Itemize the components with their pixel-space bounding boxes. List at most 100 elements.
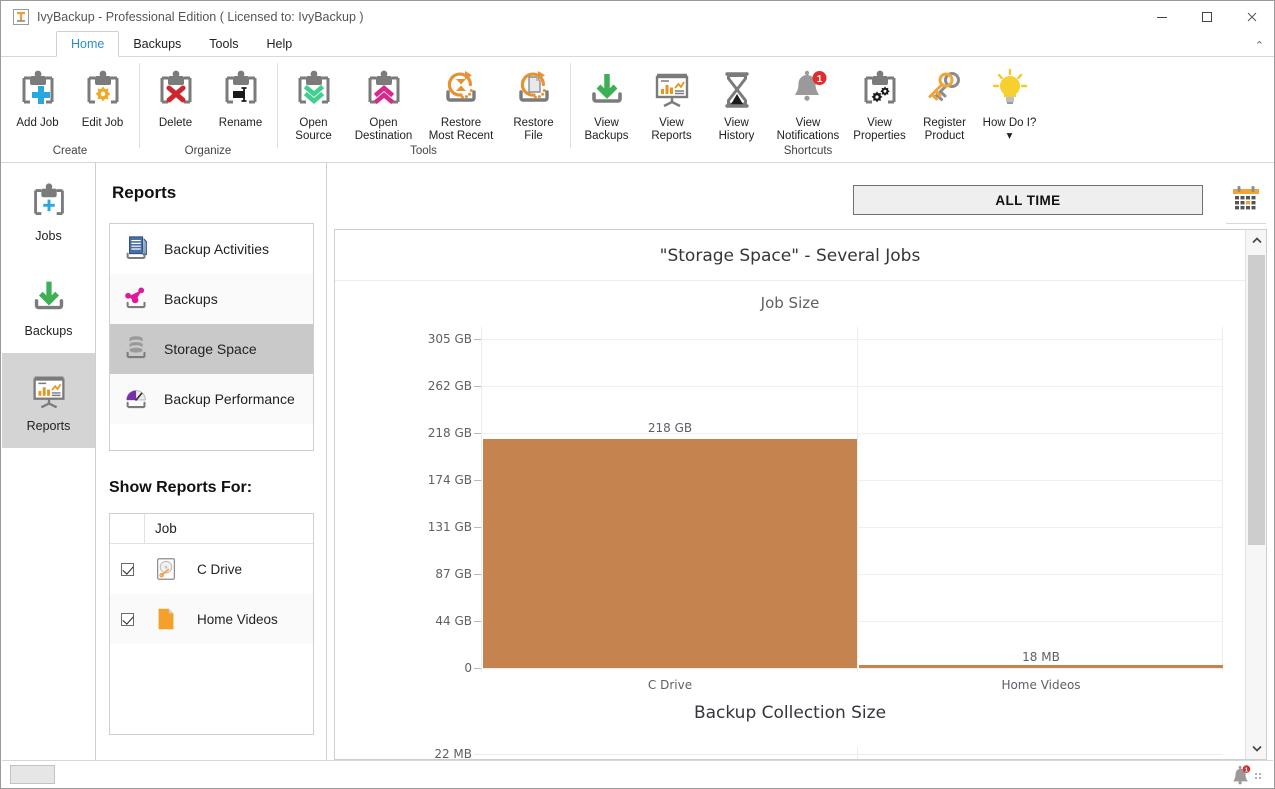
view-reports-button[interactable]: ViewReports (639, 57, 704, 144)
register-product-button[interactable]: RegisterProduct (912, 57, 977, 144)
clipboard-up-chevrons-icon (360, 64, 408, 116)
report-item-backup-activities-label: Backup Activities (164, 241, 269, 257)
bar-c-drive[interactable] (483, 439, 857, 668)
view-properties-label-line2: Properties (853, 130, 905, 142)
tab-home[interactable]: Home (56, 31, 119, 57)
report-item-backup-performance[interactable]: Backup Performance (110, 374, 313, 424)
plot-category-divider (857, 327, 858, 672)
ribbon-group-create: Add Job Edit Job (1, 57, 139, 162)
report-item-storage-space-label: Storage Space (164, 341, 257, 357)
job-checkbox-home-videos[interactable] (121, 613, 134, 626)
edit-job-button[interactable]: Edit Job (70, 57, 135, 144)
restore-file-label-line1: Restore (513, 117, 553, 129)
collapse-ribbon-button[interactable]: ⌃ (1255, 39, 1264, 52)
calendar-icon[interactable] (1226, 179, 1266, 219)
category-label-home-videos: Home Videos (859, 678, 1223, 692)
how-do-i-label-line1: How Do I? (983, 117, 1037, 129)
view-history-label-line2: History (719, 130, 755, 142)
status-indicator-box[interactable] (10, 765, 55, 784)
job-filter-list: Job C Drive (109, 513, 314, 735)
job-row-c-drive[interactable]: C Drive (110, 544, 313, 594)
job-list-header: Job (110, 514, 313, 544)
document-tray-icon (122, 234, 152, 264)
ribbon-group-shortcuts-label: Shortcuts (570, 144, 1046, 162)
open-destination-button[interactable]: OpenDestination (346, 57, 421, 144)
rail-item-reports[interactable]: Reports (2, 353, 95, 448)
report-item-backup-performance-label: Backup Performance (164, 391, 295, 407)
status-bar: 1 (2, 760, 1273, 787)
rail-item-jobs-label: Jobs (35, 229, 61, 243)
report-item-backup-activities[interactable]: Backup Activities (110, 224, 313, 274)
bell-icon[interactable]: 1 (1230, 765, 1252, 785)
view-history-button[interactable]: ViewHistory (704, 57, 769, 144)
calendar-underline (1226, 223, 1266, 224)
open-destination-label-line2: Destination (355, 130, 413, 142)
menu-tabs: Home Backups Tools Help (1, 32, 1274, 57)
window-title: IvyBackup - Professional Edition ( Licen… (37, 10, 364, 24)
bar-label-c-drive: 218 GB (483, 421, 857, 439)
rail-item-backups[interactable]: Backups (2, 258, 95, 353)
close-button[interactable] (1229, 1, 1274, 32)
how-do-i-button[interactable]: How Do I?▾ (977, 57, 1042, 144)
rail-item-jobs[interactable]: Jobs (2, 163, 95, 258)
download-tray-icon (26, 274, 72, 320)
view-notifications-button[interactable]: 1 ViewNotifications (769, 57, 847, 144)
tab-tools[interactable]: Tools (195, 32, 252, 57)
ribbon-group-tools-label: Tools (277, 144, 570, 162)
scroll-down-arrow[interactable] (1246, 738, 1267, 759)
ribbon-group-organize: Delete Rename Organize (139, 57, 277, 162)
report-chart-title: "Storage Space" - Several Jobs (335, 230, 1245, 266)
job-list-header-checkbox-col (110, 514, 145, 543)
minimize-button[interactable] (1139, 1, 1184, 32)
view-history-label-line1: View (724, 117, 749, 129)
open-destination-label-line1: Open (369, 117, 397, 129)
tab-help[interactable]: Help (252, 32, 306, 57)
view-notifications-label-line2: Notifications (777, 130, 840, 142)
notification-badge-count: 1 (817, 74, 823, 85)
time-range-button[interactable]: ALL TIME (853, 185, 1203, 215)
restore-file-label-line2: File (524, 130, 543, 142)
scroll-up-arrow[interactable] (1246, 230, 1267, 251)
ytick-label-5: 87 GB (435, 567, 472, 581)
job-row-home-videos[interactable]: Home Videos (110, 594, 313, 644)
lightbulb-icon (986, 64, 1034, 116)
add-job-label: Add Job (16, 117, 58, 130)
how-do-i-dropdown-caret[interactable]: ▾ (1007, 130, 1013, 142)
view-backups-button[interactable]: ViewBackups (574, 57, 639, 144)
job-row-home-videos-label: Home Videos (187, 612, 278, 627)
restore-most-recent-label-line1: Restore (441, 117, 481, 129)
job-checkbox-c-drive[interactable] (121, 563, 134, 576)
database-tray-icon (122, 334, 152, 364)
job-row-c-drive-label: C Drive (187, 562, 242, 577)
window-controls (1139, 1, 1274, 32)
maximize-button[interactable] (1184, 1, 1229, 32)
chart-board-icon (26, 369, 72, 415)
view-properties-button[interactable]: ViewProperties (847, 57, 912, 144)
report-item-backups[interactable]: Backups (110, 274, 313, 324)
chart-vertical-scrollbar[interactable] (1245, 230, 1266, 759)
resize-grip-icon[interactable] (1255, 769, 1265, 781)
bell-icon: 1 (784, 64, 832, 116)
view-reports-label-line2: Reports (651, 130, 691, 142)
restore-file-button[interactable]: RestoreFile (501, 57, 566, 144)
download-tray-icon (583, 64, 631, 116)
add-job-button[interactable]: Add Job (5, 57, 70, 144)
keys-icon (921, 64, 969, 116)
tab-backups[interactable]: Backups (119, 32, 195, 57)
restore-most-recent-button[interactable]: RestoreMost Recent (421, 57, 501, 144)
clipboard-delete-icon (152, 64, 200, 116)
ytick-label-4: 131 GB (428, 520, 472, 534)
network-nodes-tray-icon (122, 284, 152, 314)
view-notifications-label-line1: View (796, 117, 821, 129)
rename-button[interactable]: Rename (208, 57, 273, 144)
chart-job-size: Job Size 305 GB 262 GB 218 GB (335, 281, 1245, 693)
report-list-filler (110, 424, 313, 450)
plot-right-edge (1222, 327, 1223, 672)
clipboard-gear-icon (79, 64, 127, 116)
delete-button[interactable]: Delete (143, 57, 208, 144)
restore-most-recent-label-line2: Most Recent (429, 130, 494, 142)
report-item-storage-space[interactable]: Storage Space (110, 324, 313, 374)
ribbon-group-tools: OpenSource OpenDestination (277, 57, 570, 162)
scrollbar-thumb[interactable] (1248, 255, 1265, 545)
open-source-button[interactable]: OpenSource (281, 57, 346, 144)
